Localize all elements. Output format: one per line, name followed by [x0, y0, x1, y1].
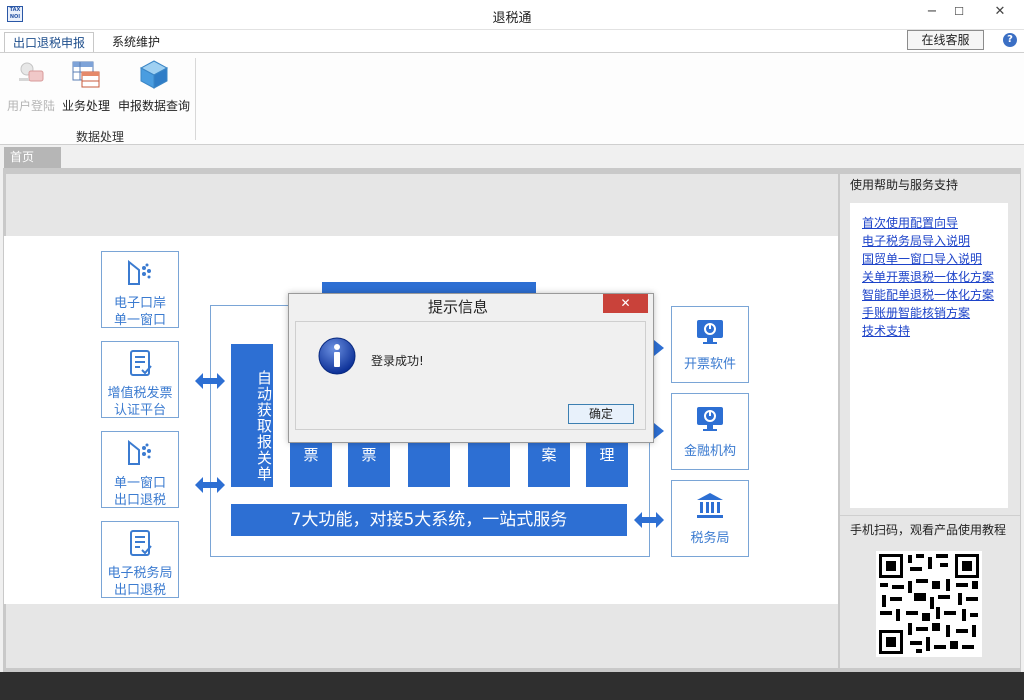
monitor-chart-icon — [697, 320, 723, 344]
link-customs-invoice-solution[interactable]: 关单开票退税一体化方案 — [862, 268, 994, 286]
dialog-close-button[interactable]: ✕ — [603, 294, 648, 313]
ok-button[interactable]: 确定 — [568, 404, 634, 424]
link-smart-matching-solution[interactable]: 智能配单退税一体化方案 — [862, 286, 994, 304]
link-technical-support[interactable]: 技术支持 — [862, 322, 910, 340]
function-column — [408, 440, 450, 487]
online-service-button[interactable]: 在线客服 — [907, 30, 984, 50]
link-manual-verification-solution[interactable]: 手账册智能核销方案 — [862, 304, 970, 322]
help-icon[interactable]: ? — [1003, 33, 1017, 47]
system-line1: 增值税发票 — [107, 386, 173, 401]
system-card-vat-invoice-platform: 增值税发票 认证平台 — [101, 341, 179, 418]
system-card-tax-bureau: 税务局 — [671, 480, 749, 557]
ribbon-separator — [195, 58, 196, 140]
hand-dots-icon — [128, 439, 151, 465]
arrow-right-icon — [654, 423, 664, 439]
system-line1: 单一窗口 — [113, 476, 166, 491]
tab-system-maintenance[interactable]: 系统维护 — [104, 32, 168, 52]
info-icon — [318, 337, 356, 375]
document-tab-strip — [0, 145, 1024, 169]
system-line2: 认证平台 — [113, 403, 166, 418]
window-title: 退税通 — [492, 11, 532, 26]
function-column: 理 — [586, 440, 628, 487]
system-line2: 单一窗口 — [113, 313, 166, 328]
ribbon-group-label: 数据处理 — [75, 130, 124, 144]
tab-export-tax-refund[interactable]: 出口退税申报 — [4, 32, 95, 52]
close-window-button[interactable]: ✕ — [985, 2, 1015, 22]
table-grid-icon — [72, 61, 100, 88]
document-check-icon — [130, 350, 152, 376]
cube-icon — [139, 60, 169, 89]
link-first-use-wizard[interactable]: 首次使用配置向导 — [862, 214, 958, 232]
maximize-button[interactable]: ☐ — [944, 2, 974, 22]
function-column: 票 — [290, 440, 332, 487]
system-label: 税务局 — [690, 531, 730, 546]
business-processing-button[interactable]: 业务处理 — [58, 58, 114, 114]
monitor-chart-icon — [697, 407, 723, 431]
bank-building-icon — [697, 493, 723, 518]
double-arrow-icon — [634, 512, 664, 528]
tab-home[interactable]: 首页 — [4, 147, 61, 168]
function-column — [468, 440, 510, 487]
document-check-icon — [130, 530, 152, 556]
system-line2: 出口退税 — [113, 583, 166, 598]
dialog-title: 提示信息 — [427, 298, 488, 316]
link-e-tax-import-guide[interactable]: 电子税务局导入说明 — [862, 232, 970, 250]
status-bar — [0, 672, 1024, 700]
double-arrow-icon — [195, 477, 225, 493]
system-card-invoicing-software: 开票软件 — [671, 306, 749, 383]
user-login-button[interactable]: 用户登陆 — [5, 58, 57, 114]
divider — [840, 515, 1020, 516]
dialog-message: 登录成功! — [371, 354, 424, 368]
system-label: 金融机构 — [683, 444, 736, 459]
business-processing-label: 业务处理 — [61, 99, 110, 113]
declaration-data-query-label: 申报数据查询 — [117, 99, 190, 113]
key-lock-icon — [19, 62, 44, 82]
function-column: 案 — [528, 440, 570, 487]
system-line1: 电子口岸 — [113, 296, 166, 311]
arrow-right-icon — [654, 340, 664, 356]
help-title: 使用帮助与服务支持 — [850, 178, 959, 192]
user-login-label: 用户登陆 — [6, 99, 55, 113]
minimize-button[interactable]: − — [917, 2, 947, 22]
system-line2: 出口退税 — [113, 493, 166, 508]
declaration-data-query-button[interactable]: 申报数据查询 — [116, 58, 192, 114]
system-label: 开票软件 — [683, 357, 736, 372]
one-stop-service-banner: 7大功能，对接5大系统，一站式服务 — [231, 504, 627, 536]
system-card-e-port-single-window: 电子口岸 单一窗口 — [101, 251, 179, 328]
system-card-e-tax-bureau-export: 电子税务局 出口退税 — [101, 521, 179, 598]
double-arrow-icon — [195, 373, 225, 389]
function-column: 票 — [348, 440, 390, 487]
hand-dots-icon — [128, 259, 151, 285]
qr-code — [876, 551, 982, 657]
system-card-single-window-export: 单一窗口 出口退税 — [101, 431, 179, 508]
link-single-window-import-guide[interactable]: 国贸单一窗口导入说明 — [862, 250, 982, 268]
system-card-financial-institution: 金融机构 — [671, 393, 749, 470]
auto-fetch-customs-column: 自动获取报关单 — [231, 344, 273, 487]
system-line1: 电子税务局 — [107, 566, 173, 581]
qr-title: 手机扫码，观看产品使用教程 — [850, 523, 1007, 537]
